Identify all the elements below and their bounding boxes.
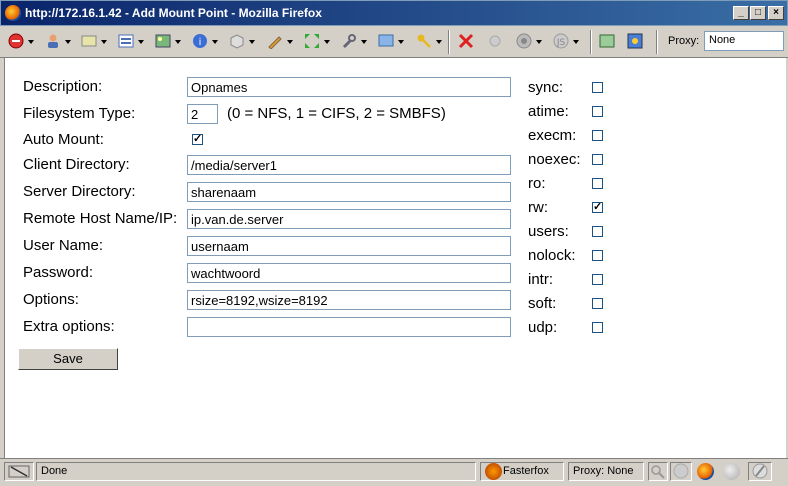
- flag-noexec-label: noexec:: [528, 151, 581, 168]
- pen-icon[interactable]: [266, 32, 293, 50]
- js-status-icon[interactable]: [670, 462, 692, 481]
- automount-checkbox[interactable]: [192, 132, 203, 145]
- toolbar-separator: [448, 30, 450, 54]
- client-dir-label: Client Directory:: [23, 156, 130, 173]
- proxy-select[interactable]: None: [704, 31, 784, 51]
- flag-users-label: users:: [528, 223, 569, 240]
- flag-execm-label: execm:: [528, 127, 577, 144]
- flag-soft-label: soft:: [528, 295, 557, 312]
- firefox-icon: [5, 5, 21, 21]
- page-content: Description: Opnames Filesystem Type: 2 …: [4, 58, 786, 458]
- forms-icon[interactable]: [117, 32, 144, 50]
- title-bar: http://172.16.1.42 - Add Mount Point - M…: [0, 0, 788, 26]
- toolbar-separator: [590, 30, 592, 54]
- package-icon[interactable]: [228, 32, 255, 50]
- fstype-input[interactable]: 2: [187, 104, 218, 124]
- gauge-icon[interactable]: [515, 32, 542, 50]
- flag-ro-label: ro:: [528, 175, 546, 192]
- status-proxy[interactable]: Proxy: None: [568, 462, 644, 481]
- svg-text:i: i: [199, 37, 202, 48]
- js-icon[interactable]: JS: [552, 32, 579, 50]
- remote-host-label: Remote Host Name/IP:: [23, 210, 178, 227]
- flag-intr-label: intr:: [528, 271, 554, 288]
- client-dir-input[interactable]: /media/server1: [187, 155, 511, 175]
- firefox-status-icon[interactable]: [697, 463, 714, 480]
- flag-soft-checkbox[interactable]: [592, 298, 603, 309]
- flag-sync-label: sync:: [528, 79, 564, 96]
- status-bar: Done Fasterfox Proxy: None: [0, 458, 788, 484]
- fstype-note: (0 = NFS, 1 = CIFS, 2 = SMBFS): [227, 105, 446, 122]
- fasterfox-icon: [485, 463, 502, 480]
- description-input[interactable]: Opnames: [187, 77, 511, 97]
- flag-noexec-checkbox[interactable]: [592, 154, 603, 165]
- flag-sync-checkbox[interactable]: [592, 82, 603, 93]
- flag-rw-label: rw:: [528, 199, 548, 216]
- fstype-label: Filesystem Type:: [23, 105, 136, 122]
- remote-host-input[interactable]: ip.van.de.server: [187, 209, 511, 229]
- flag-atime-label: atime:: [528, 103, 569, 120]
- key-icon[interactable]: [415, 32, 442, 50]
- proxy-label: Proxy:: [668, 35, 700, 47]
- options-label: Options:: [23, 291, 79, 308]
- close-button[interactable]: ×: [768, 6, 784, 20]
- flag-intr-checkbox[interactable]: [592, 274, 603, 285]
- mail-icon[interactable]: [80, 32, 107, 50]
- username-label: User Name:: [23, 237, 104, 254]
- wrench-icon[interactable]: [340, 32, 367, 50]
- flag-rw-checkbox[interactable]: [592, 200, 603, 213]
- flag-udp-checkbox[interactable]: [592, 322, 603, 333]
- toolbar-separator: [656, 30, 658, 54]
- save-button[interactable]: Save: [18, 348, 118, 370]
- username-input[interactable]: usernaam: [187, 236, 511, 256]
- stop-red-icon[interactable]: [7, 32, 34, 50]
- user-icon[interactable]: [44, 32, 71, 50]
- description-label: Description:: [23, 78, 103, 95]
- server-dir-input[interactable]: sharenaam: [187, 182, 511, 202]
- flag-udp-label: udp:: [528, 319, 558, 336]
- window-title: http://172.16.1.42 - Add Mount Point - M…: [25, 6, 322, 20]
- flag-ro-checkbox[interactable]: [592, 178, 603, 189]
- toolbar: i JS Proxy: None: [0, 26, 788, 58]
- magnifier-icon[interactable]: [648, 462, 668, 481]
- flag-execm-checkbox[interactable]: [592, 130, 603, 141]
- settings-icon[interactable]: [626, 32, 644, 50]
- extra-options-input[interactable]: [187, 317, 511, 337]
- image-icon[interactable]: [154, 32, 181, 50]
- password-label: Password:: [23, 264, 94, 281]
- password-input[interactable]: wachtwoord: [187, 263, 511, 283]
- circle-icon[interactable]: [486, 32, 504, 50]
- automount-label: Auto Mount:: [23, 131, 104, 148]
- flag-nolock-label: nolock:: [528, 247, 576, 264]
- page-icon[interactable]: [598, 32, 616, 50]
- delete-x-icon[interactable]: [457, 32, 475, 50]
- options-input[interactable]: rsize=8192,wsize=8192: [187, 290, 511, 310]
- fasterfox-label: Fasterfox: [503, 465, 549, 477]
- disable-icon[interactable]: [748, 462, 772, 481]
- grey-status-icon[interactable]: [723, 463, 740, 480]
- info-icon[interactable]: i: [191, 32, 218, 50]
- flag-nolock-checkbox[interactable]: [592, 250, 603, 261]
- svg-text:JS: JS: [556, 38, 566, 48]
- screen-icon[interactable]: [377, 32, 404, 50]
- resize-icon[interactable]: [303, 32, 330, 50]
- flag-users-checkbox[interactable]: [592, 226, 603, 237]
- status-text: Done: [36, 462, 476, 481]
- minimize-button[interactable]: _: [733, 6, 749, 20]
- server-dir-label: Server Directory:: [23, 183, 136, 200]
- extra-options-label: Extra options:: [23, 318, 115, 335]
- maximize-button[interactable]: □: [750, 6, 766, 20]
- connection-icon: [4, 462, 34, 481]
- flag-atime-checkbox[interactable]: [592, 106, 603, 117]
